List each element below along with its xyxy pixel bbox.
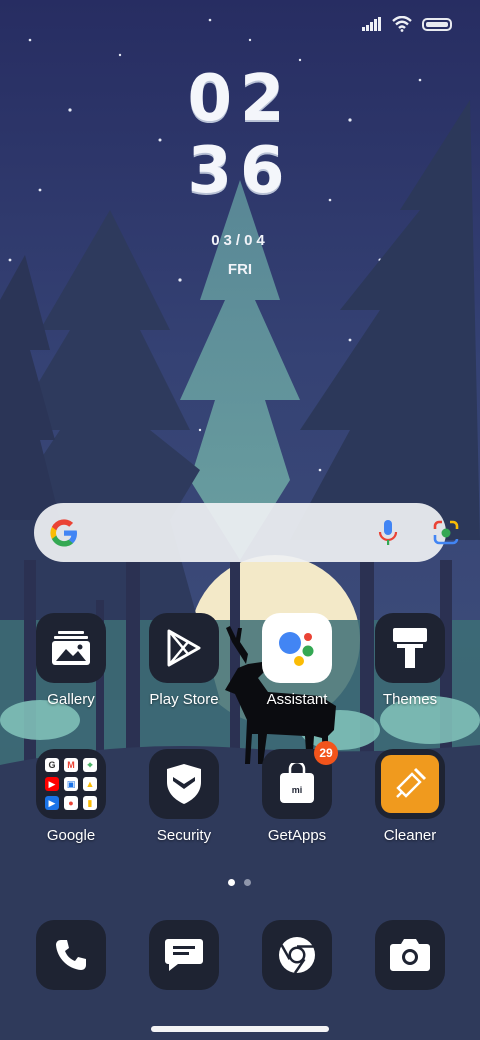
notification-badge: 29 <box>314 741 338 765</box>
dock-camera[interactable] <box>360 920 460 990</box>
dock-messages[interactable] <box>134 920 234 990</box>
clock-date: 03/04 <box>211 232 269 249</box>
page-dot-active <box>228 879 235 886</box>
app-play-store[interactable]: Play Store <box>134 613 234 708</box>
page-indicator[interactable] <box>228 879 251 886</box>
phone-icon <box>36 920 106 990</box>
google-g-icon <box>50 519 77 547</box>
gallery-icon <box>36 613 106 683</box>
app-label: Gallery <box>47 691 95 708</box>
dock-chrome[interactable] <box>247 920 347 990</box>
messages-icon <box>149 920 219 990</box>
app-label: GetApps <box>267 827 327 844</box>
google-lens-icon[interactable] <box>432 520 460 546</box>
page-dot <box>244 879 251 886</box>
app-security[interactable]: Security <box>134 749 234 844</box>
gmail-tile: M <box>64 758 78 772</box>
play-store-icon <box>149 613 219 683</box>
app-gallery[interactable]: Gallery <box>21 613 121 708</box>
drive-tile: ▣ <box>64 777 78 791</box>
getapps-bag-icon: mi 29 <box>262 741 338 819</box>
signal-icon <box>362 17 381 31</box>
youtube-music-tile: ▮ <box>83 796 97 810</box>
google-tile: G <box>45 758 59 772</box>
clock-minutes[interactable]: 36 <box>0 134 480 208</box>
maps-tile: ⌖ <box>83 758 97 772</box>
meet-tile: ▶ <box>45 796 59 810</box>
assistant-icon <box>262 613 332 683</box>
google-folder-icon: G M ⌖ ▶ ▣ ▲ ▶ ● ▮ <box>36 749 106 819</box>
app-cleaner[interactable]: Cleaner <box>360 749 460 844</box>
app-themes[interactable]: Themes <box>360 613 460 708</box>
app-getapps[interactable]: mi 29 GetApps <box>247 741 347 844</box>
wifi-icon <box>392 16 412 32</box>
app-label: Cleaner <box>383 827 437 844</box>
app-google-folder[interactable]: G M ⌖ ▶ ▣ ▲ ▶ ● ▮ Google <box>21 749 121 844</box>
gesture-navigation-bar[interactable] <box>151 1026 329 1032</box>
google-search-bar[interactable] <box>34 503 459 562</box>
app-assistant[interactable]: Assistant <box>247 613 347 708</box>
shield-icon <box>149 749 219 819</box>
app-label: Security <box>156 827 212 844</box>
photos-tile: ▲ <box>83 777 97 791</box>
app-label: Play Store <box>149 691 219 708</box>
mic-icon[interactable] <box>376 519 400 547</box>
svg-text:mi: mi <box>292 785 303 795</box>
clock-weekday: FRI <box>227 261 253 278</box>
clock-hours[interactable]: 02 <box>0 62 480 136</box>
youtube-tile: ▶ <box>45 777 59 791</box>
chrome-icon <box>262 920 332 990</box>
app-label: Themes <box>382 691 438 708</box>
paint-roller-icon <box>375 613 445 683</box>
broom-icon <box>375 749 445 819</box>
app-label: Google <box>46 827 96 844</box>
camera-icon <box>375 920 445 990</box>
battery-icon <box>422 17 452 31</box>
photos-pinwheel-tile: ● <box>64 796 78 810</box>
app-label: Assistant <box>266 691 328 708</box>
status-bar <box>362 16 452 32</box>
dock-phone[interactable] <box>21 920 121 990</box>
